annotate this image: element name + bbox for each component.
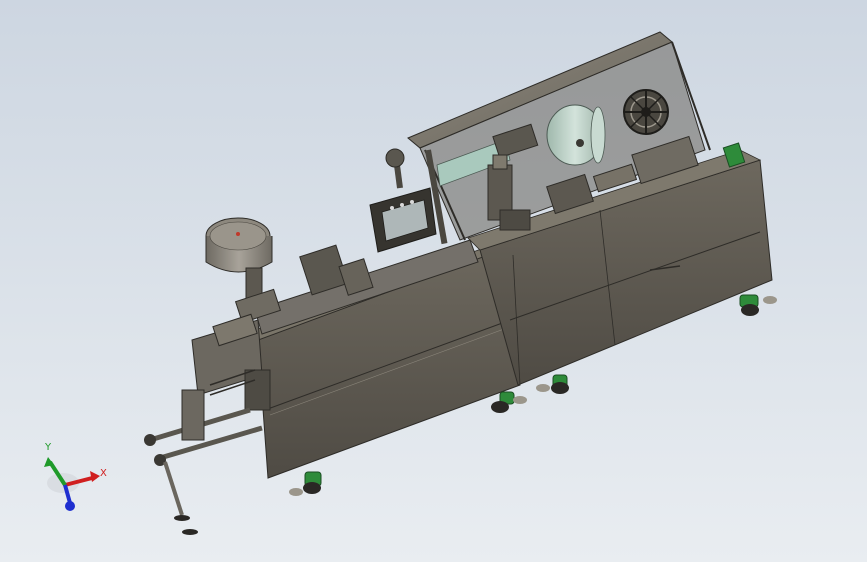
- x-axis-label: X: [100, 468, 107, 479]
- machine-model[interactable]: [0, 0, 867, 562]
- handwheel: [623, 89, 669, 135]
- outfeed-arm: [144, 389, 263, 535]
- coordinate-triad: X Y: [30, 440, 120, 530]
- feeding-hopper: [205, 217, 282, 324]
- cad-viewport[interactable]: X Y: [0, 0, 867, 562]
- hmi-screen[interactable]: [369, 148, 437, 253]
- foil-roll: [546, 104, 606, 166]
- y-axis-label: Y: [45, 442, 52, 453]
